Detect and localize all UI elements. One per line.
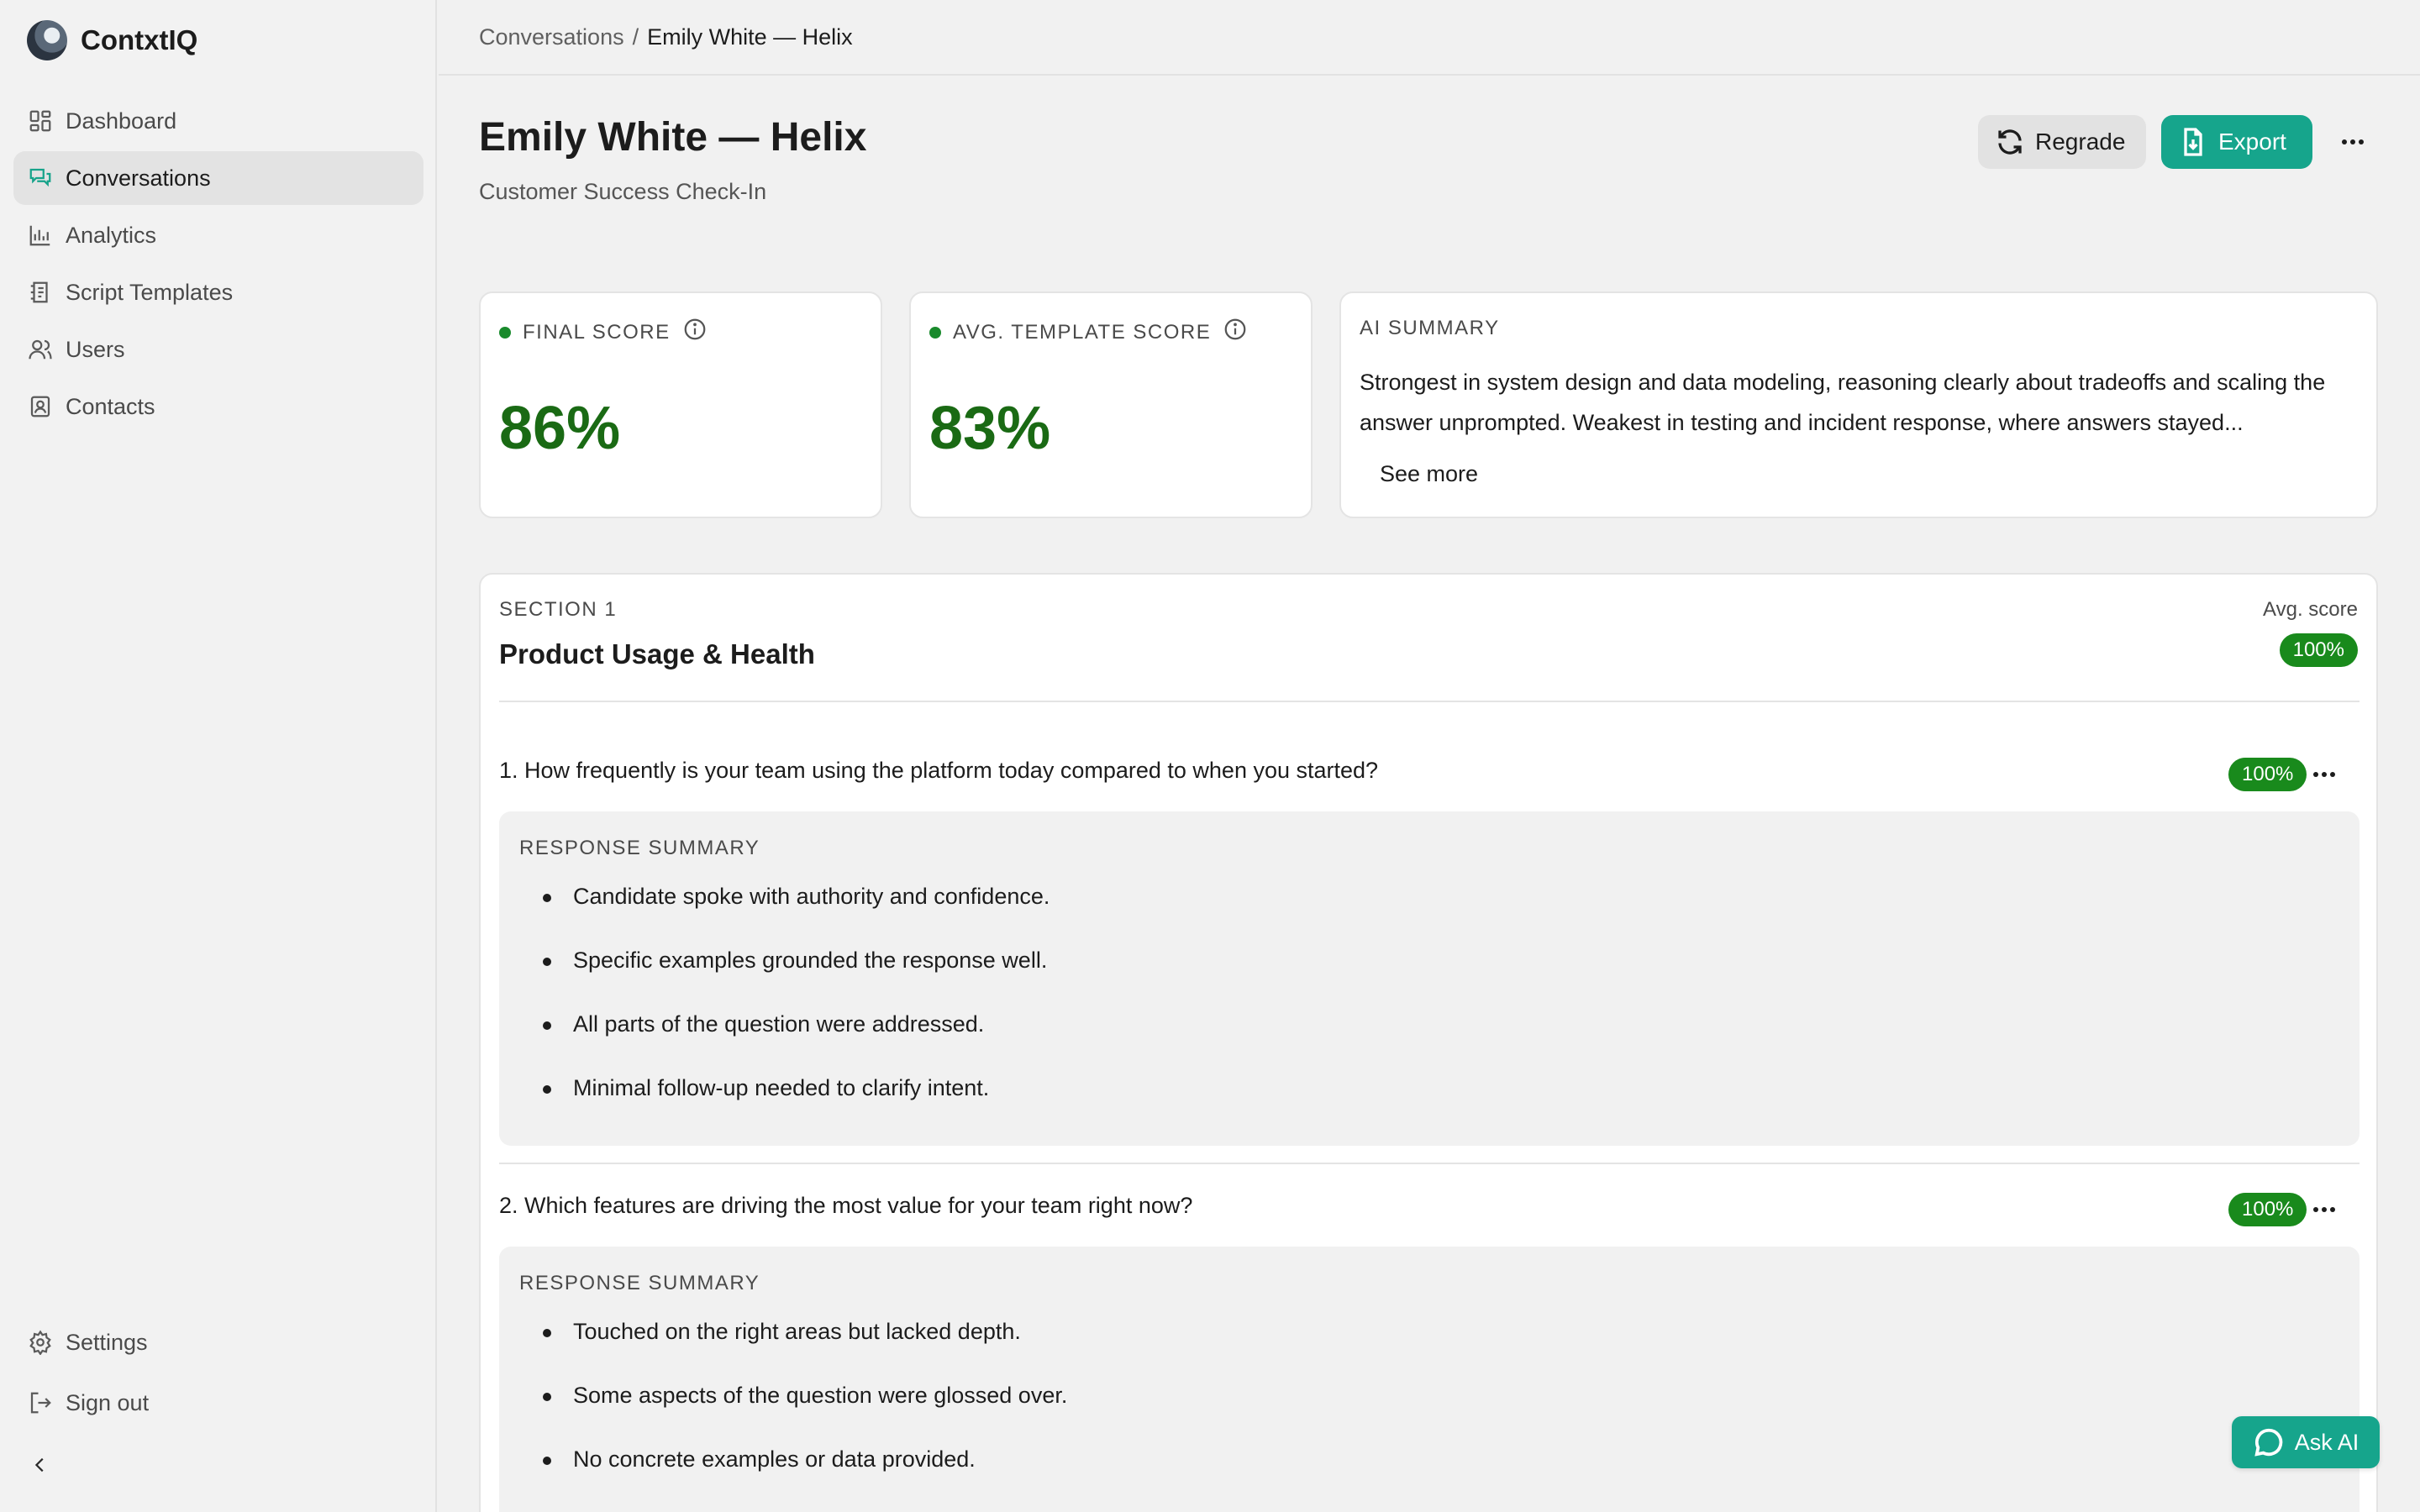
section-avg-score-label: Avg. score	[2263, 598, 2358, 621]
final-score-card: FINAL SCORE 86%	[479, 291, 882, 518]
question-more-options-button[interactable]	[2304, 1189, 2344, 1230]
sidebar-item-conversations[interactable]: Conversations	[13, 151, 424, 205]
list-item: No concrete examples or data provided.	[539, 1445, 1067, 1509]
page-subtitle: Customer Success Check-In	[479, 179, 767, 204]
question-text: 1. How frequently is your team using the…	[499, 758, 1379, 783]
export-button[interactable]: Export	[2161, 115, 2312, 169]
sidebar-item-label: Analytics	[66, 222, 157, 248]
divider	[499, 701, 2360, 702]
dashboard-icon	[27, 108, 54, 134]
sidebar-item-label: Sign out	[66, 1389, 150, 1415]
sidebar-item-analytics[interactable]: Analytics	[13, 208, 424, 262]
brand-name: ContxtIQ	[81, 24, 198, 55]
more-horizontal-icon	[2342, 139, 2364, 144]
response-summary-list: Touched on the right areas but lacked de…	[539, 1317, 1067, 1509]
sidebar-item-settings[interactable]: Settings	[13, 1315, 424, 1369]
breadcrumb-current: Emily White — Helix	[647, 24, 853, 50]
contacts-icon	[27, 393, 54, 420]
sidebar-item-contacts[interactable]: Contacts	[13, 380, 424, 433]
question-text: 2. Which features are driving the most v…	[499, 1193, 1193, 1218]
list-item: Touched on the right areas but lacked de…	[539, 1317, 1067, 1381]
more-horizontal-icon	[2313, 1207, 2335, 1212]
response-summary-box: RESPONSE SUMMARY Touched on the right ar…	[499, 1247, 2360, 1512]
response-summary-label: RESPONSE SUMMARY	[519, 1272, 760, 1294]
script-templates-icon	[27, 279, 54, 306]
sidebar-item-label: Conversations	[66, 165, 211, 191]
info-icon[interactable]	[682, 317, 708, 348]
ask-ai-button[interactable]: Ask AI	[2232, 1416, 2380, 1468]
ai-summary-text: Strongest in system design and data mode…	[1360, 370, 2326, 435]
more-horizontal-icon	[2313, 772, 2335, 777]
final-score-label-row: FINAL SCORE	[499, 317, 708, 348]
ai-summary-card: AI SUMMARY Strongest in system design an…	[1339, 291, 2378, 518]
avg-template-score-label: AVG. TEMPLATE SCORE	[953, 320, 1212, 344]
sidebar-item-script-templates[interactable]: Script Templates	[13, 265, 424, 319]
sidebar-item-label: Settings	[66, 1329, 148, 1355]
list-item: Candidate spoke with authority and confi…	[539, 882, 1050, 946]
list-item: All parts of the question were addressed…	[539, 1010, 1050, 1074]
question-score-badge: 100%	[2228, 1193, 2307, 1226]
sidebar: ContxtIQ Dashboard Conversations Analyti…	[0, 0, 437, 1512]
regrade-button-label: Regrade	[2035, 129, 2126, 155]
ask-ai-label: Ask AI	[2294, 1429, 2360, 1455]
sidebar-item-dashboard[interactable]: Dashboard	[13, 94, 424, 148]
sidebar-item-label: Script Templates	[66, 279, 234, 305]
chat-bubble-icon	[2254, 1428, 2283, 1457]
gear-icon	[27, 1329, 54, 1356]
breadcrumb-parent-link[interactable]: Conversations	[479, 24, 624, 50]
list-item: Minimal follow-up needed to clarify inte…	[539, 1074, 1050, 1137]
collapse-sidebar-button[interactable]	[27, 1452, 54, 1478]
avg-template-score-value: 83%	[929, 395, 1051, 462]
see-more-link[interactable]: See more	[1380, 461, 1478, 487]
response-summary-label: RESPONSE SUMMARY	[519, 837, 760, 859]
list-item: Some aspects of the question were glosse…	[539, 1381, 1067, 1445]
list-item: Specific examples grounded the response …	[539, 946, 1050, 1010]
export-button-label: Export	[2218, 129, 2286, 155]
avg-template-score-card: AVG. TEMPLATE SCORE 83%	[909, 291, 1313, 518]
question-score-badge: 100%	[2228, 758, 2307, 791]
conversations-icon	[27, 165, 54, 192]
status-dot	[929, 326, 941, 339]
main-nav: Dashboard Conversations Analytics Script…	[13, 94, 424, 437]
brand[interactable]: ContxtIQ	[27, 20, 197, 60]
status-dot	[499, 326, 511, 339]
final-score-label: FINAL SCORE	[523, 320, 671, 344]
analytics-icon	[27, 222, 54, 249]
breadcrumb-separator: /	[632, 24, 639, 50]
divider	[499, 1163, 2360, 1164]
breadcrumb: Conversations / Emily White — Helix	[439, 0, 2420, 76]
response-summary-list: Candidate spoke with authority and confi…	[539, 882, 1050, 1137]
sidebar-item-label: Users	[66, 336, 125, 362]
regrade-button[interactable]: Regrade	[1978, 115, 2146, 169]
export-file-icon	[2184, 128, 2202, 156]
section-card: SECTION 1 Product Usage & Health Avg. sc…	[479, 573, 2378, 1512]
bottom-nav: Settings Sign out	[13, 1315, 424, 1436]
section-number: SECTION 1	[499, 598, 618, 621]
sidebar-item-users[interactable]: Users	[13, 323, 424, 376]
section-avg-score-badge: 100%	[2279, 633, 2358, 667]
brand-logo-icon	[27, 20, 67, 60]
sidebar-item-label: Dashboard	[66, 108, 177, 134]
sidebar-item-label: Contacts	[66, 393, 155, 419]
info-icon[interactable]	[1223, 317, 1248, 348]
page-more-options-button[interactable]	[2333, 122, 2373, 162]
section-title: Product Usage & Health	[499, 638, 815, 669]
final-score-value: 86%	[499, 395, 621, 462]
chevron-left-icon	[34, 1457, 44, 1473]
users-icon	[27, 336, 54, 363]
refresh-icon	[1998, 129, 2022, 155]
response-summary-box: RESPONSE SUMMARY Candidate spoke with au…	[499, 811, 2360, 1146]
question-more-options-button[interactable]	[2304, 754, 2344, 795]
sidebar-item-sign-out[interactable]: Sign out	[13, 1376, 424, 1430]
sign-out-icon	[27, 1389, 54, 1416]
ai-summary-label: AI SUMMARY	[1360, 317, 1500, 339]
page-title: Emily White — Helix	[479, 115, 867, 160]
avg-template-score-label-row: AVG. TEMPLATE SCORE	[929, 317, 1248, 348]
